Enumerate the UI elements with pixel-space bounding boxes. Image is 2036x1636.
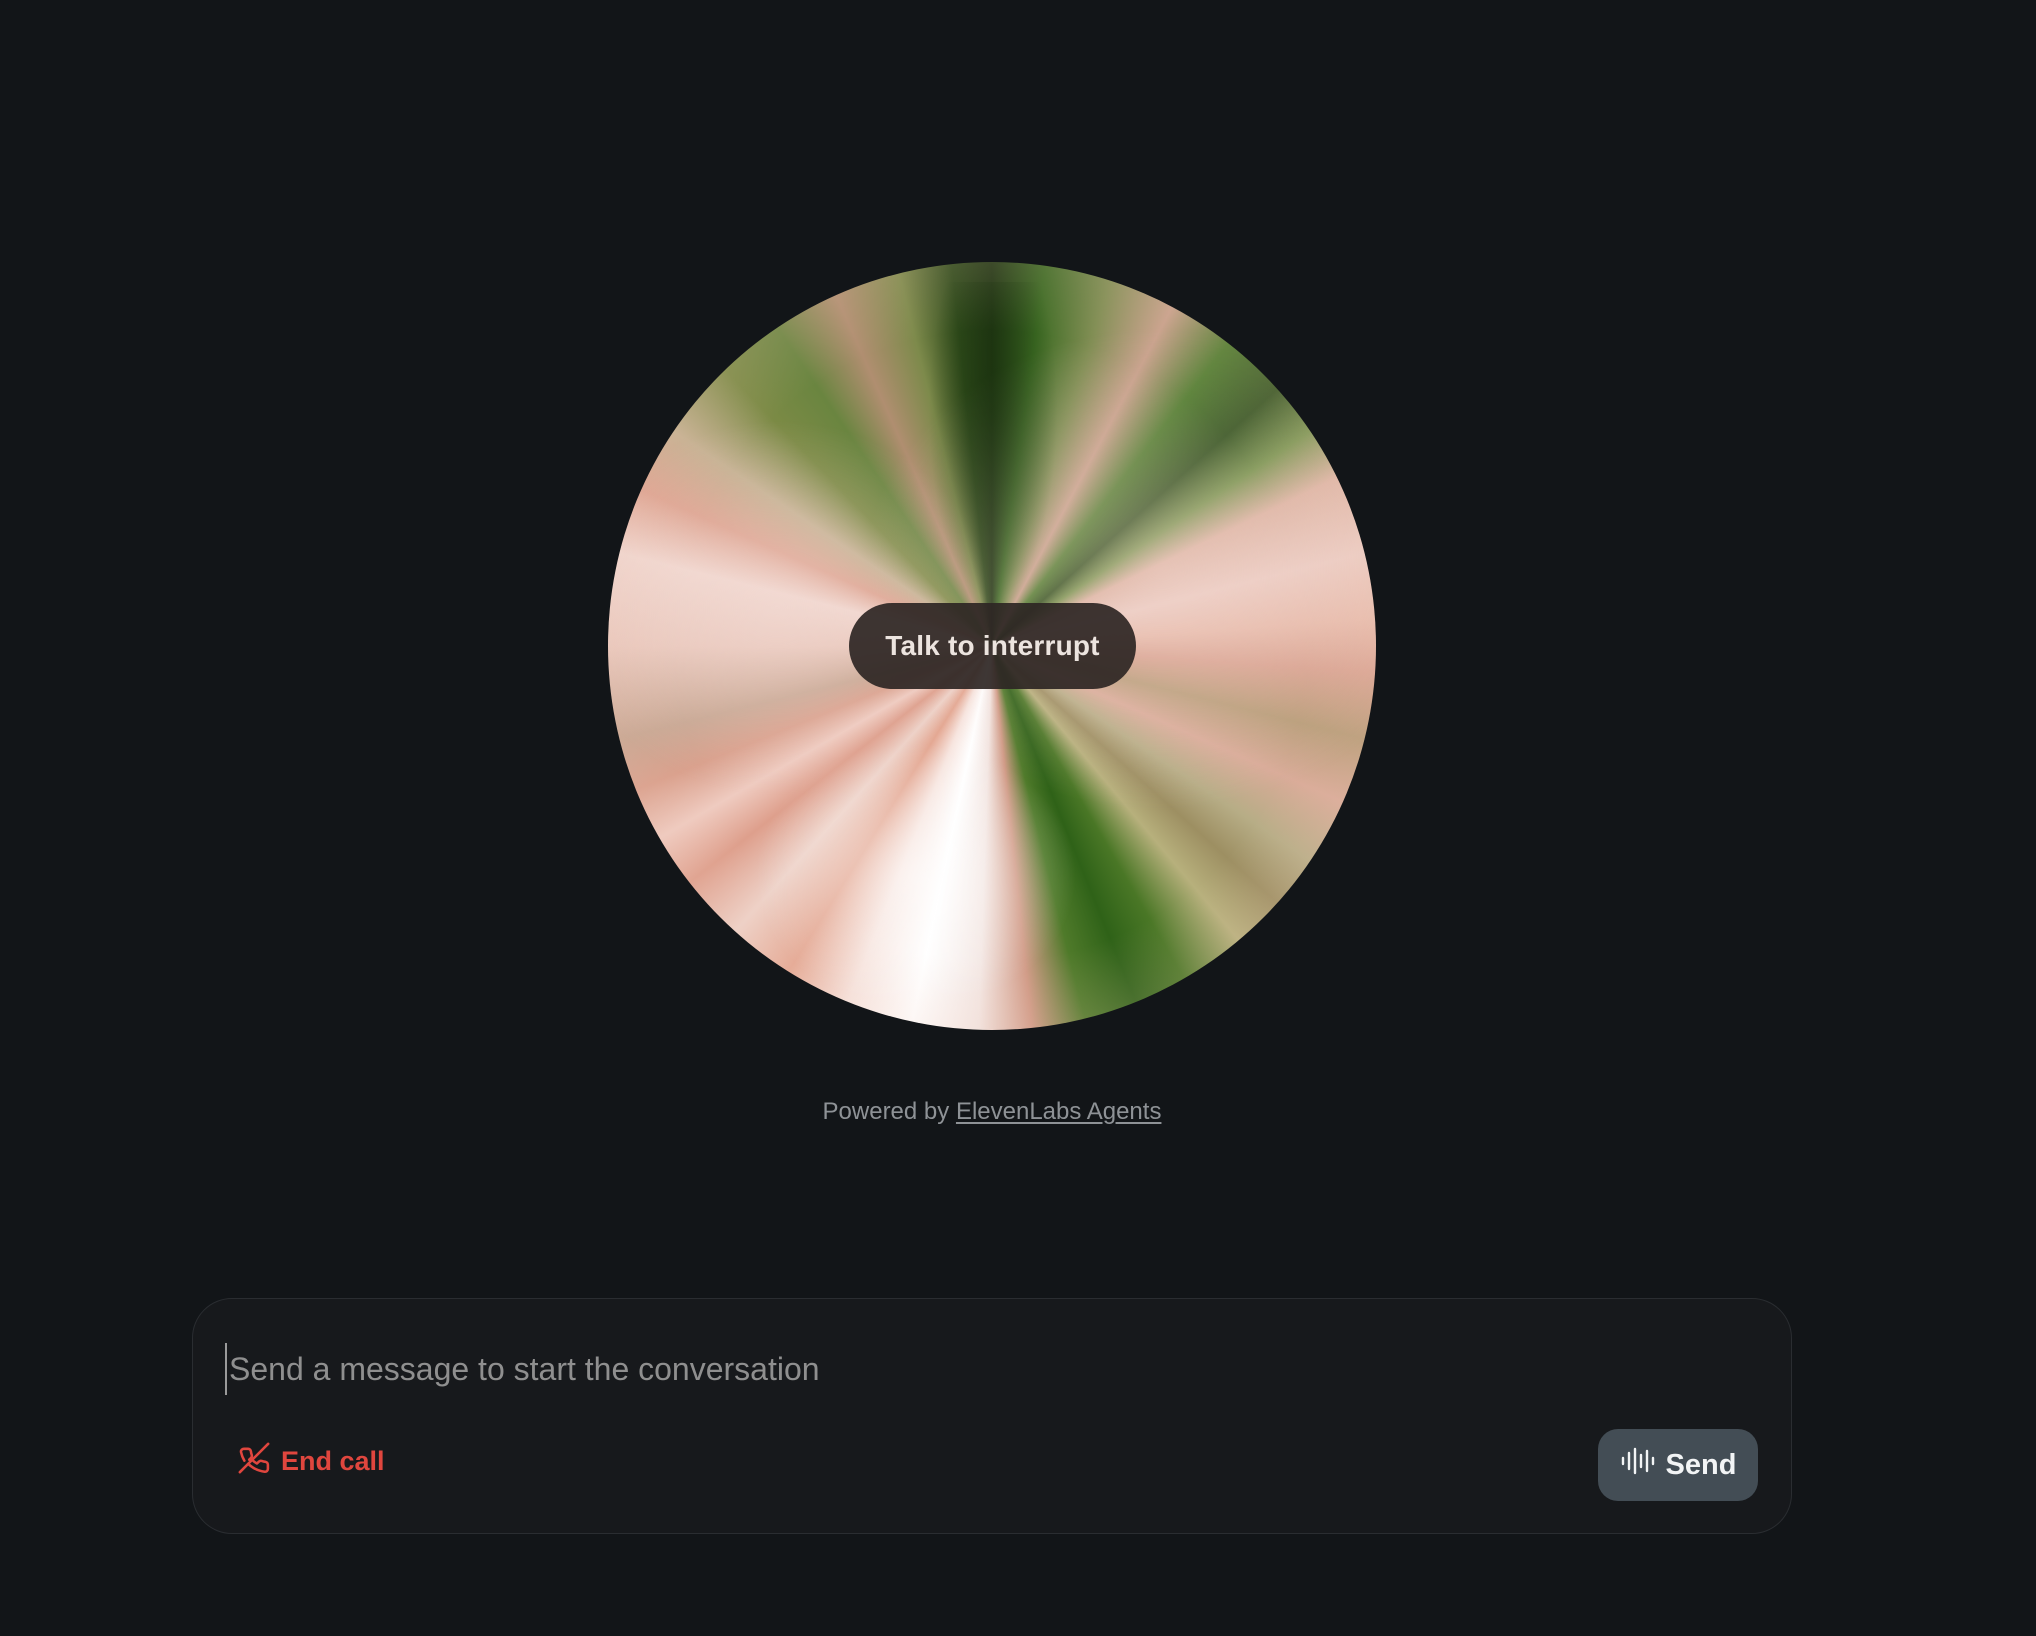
phone-off-icon bbox=[237, 1441, 271, 1482]
powered-prefix: Powered by bbox=[822, 1098, 950, 1125]
send-label: Send bbox=[1665, 1448, 1737, 1481]
message-input[interactable] bbox=[225, 1343, 1729, 1395]
interrupt-label: Talk to interrupt bbox=[885, 630, 1100, 661]
send-button[interactable]: Send bbox=[1598, 1429, 1758, 1501]
talk-to-interrupt-badge[interactable]: Talk to interrupt bbox=[849, 603, 1136, 689]
orb-shading bbox=[928, 282, 1058, 602]
elevenlabs-agents-link[interactable]: ElevenLabs Agents bbox=[956, 1098, 1162, 1125]
end-call-button[interactable]: End call bbox=[237, 1441, 385, 1481]
powered-by-footer: Powered by ElevenLabs Agents bbox=[0, 1098, 1984, 1126]
waveform-icon bbox=[1620, 1446, 1656, 1484]
end-call-label: End call bbox=[281, 1445, 385, 1476]
message-composer: End call Send bbox=[192, 1298, 1792, 1534]
